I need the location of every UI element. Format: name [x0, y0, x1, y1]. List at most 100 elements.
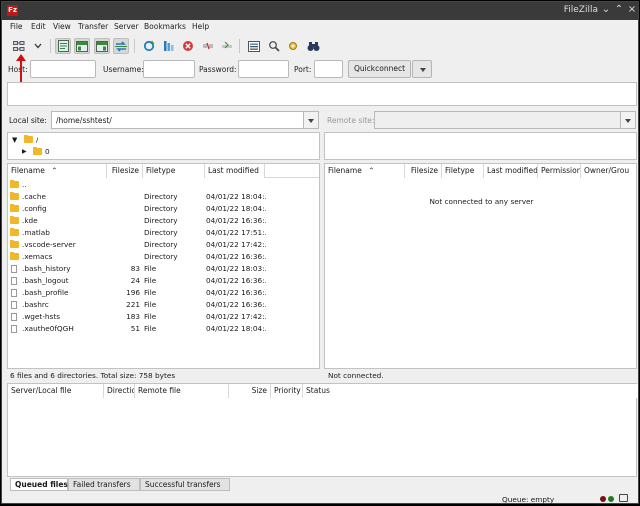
local-col-last-modified[interactable]: Last modified: [205, 164, 265, 178]
annotation-arrow-head-icon: [16, 54, 26, 61]
site-manager-dropdown-icon[interactable]: [30, 38, 46, 54]
process-queue-icon[interactable]: [161, 38, 177, 54]
filetype-cell: Directory: [144, 216, 178, 225]
table-row[interactable]: .bash_profile 196 File 04/01/22 16:36:...: [8, 287, 319, 299]
disconnect-icon[interactable]: [200, 38, 216, 54]
filetype-cell: File: [144, 300, 157, 309]
menu-view[interactable]: View: [53, 22, 71, 31]
table-row[interactable]: .bashrc 221 File 04/01/22 16:36:...: [8, 299, 319, 311]
remote-col-filetype[interactable]: Filetype: [442, 164, 484, 178]
folder-icon: [33, 147, 42, 155]
table-row[interactable]: .matlab Directory 04/01/22 17:51:...: [8, 227, 319, 239]
table-row[interactable]: ..: [8, 179, 319, 191]
directory-listing-filters-icon[interactable]: [246, 38, 262, 54]
file-icon: [11, 289, 17, 297]
menu-file[interactable]: File: [10, 22, 23, 31]
folder-icon: [10, 228, 19, 236]
local-col-filename[interactable]: Filename ⌃: [8, 164, 107, 178]
sort-ascending-icon: ⌃: [368, 166, 375, 175]
menu-help[interactable]: Help: [192, 22, 209, 31]
last-modified-cell: 04/01/22 16:36:...: [206, 252, 266, 261]
remote-col-owner-group[interactable]: Owner/Grou: [581, 164, 636, 178]
sync-browsing-icon[interactable]: [285, 38, 301, 54]
queue-col-size[interactable]: Size: [229, 384, 271, 398]
menu-edit[interactable]: Edit: [31, 22, 46, 31]
search-remote-icon[interactable]: [305, 38, 321, 54]
tree-node-label: 0: [45, 147, 50, 156]
minimize-icon[interactable]: ⌄: [600, 4, 612, 16]
remote-directory-tree: [324, 132, 637, 160]
table-row[interactable]: .xauthe0fQGH 51 File 04/01/22 18:04:...: [8, 323, 319, 335]
local-col-filesize[interactable]: Filesize: [107, 164, 143, 178]
table-row[interactable]: .bash_history 83 File 04/01/22 18:03:...: [8, 263, 319, 275]
toggle-comparison-icon[interactable]: [266, 38, 282, 54]
message-log: [7, 82, 637, 106]
site-manager-icon[interactable]: [11, 38, 27, 54]
local-site-dropdown[interactable]: [303, 111, 319, 129]
queue-col-server-local-file[interactable]: Server/Local file: [8, 384, 104, 398]
file-icon: [11, 301, 17, 309]
tab-queued-files[interactable]: Queued files: [10, 478, 68, 491]
expand-icon[interactable]: ▼: [12, 134, 17, 146]
host-input[interactable]: [30, 60, 96, 78]
toggle-transfer-queue-icon[interactable]: [113, 38, 129, 54]
table-row[interactable]: .bash_logout 24 File 04/01/22 16:36:...: [8, 275, 319, 287]
toggle-local-tree-icon[interactable]: [74, 38, 90, 54]
menu-transfer[interactable]: Transfer: [78, 22, 108, 31]
tree-node-root[interactable]: ▼ /: [8, 134, 319, 146]
quickconnect-history-dropdown[interactable]: [412, 60, 432, 78]
password-label: Password:: [199, 65, 237, 74]
queue-col-priority[interactable]: Priority: [271, 384, 303, 398]
quickconnect-button[interactable]: Quickconnect: [348, 60, 411, 78]
table-row[interactable]: .vscode-server Directory 04/01/22 17:42:..…: [8, 239, 319, 251]
username-input[interactable]: [143, 60, 195, 78]
folder-icon: [24, 135, 33, 143]
remote-col-filesize[interactable]: Filesize: [405, 164, 442, 178]
table-row[interactable]: .kde Directory 04/01/22 16:36:...: [8, 215, 319, 227]
host-label: Host:: [8, 65, 28, 74]
table-row[interactable]: .cache Directory 04/01/22 18:04:...: [8, 191, 319, 203]
toggle-remote-tree-icon[interactable]: [94, 38, 110, 54]
filesize-cell: 183: [126, 312, 140, 321]
tree-node-0[interactable]: ▶ 0: [8, 146, 319, 158]
remote-col-last-modified[interactable]: Last modified: [484, 164, 538, 178]
password-input[interactable]: [238, 60, 289, 78]
filesize-cell: 221: [126, 300, 140, 309]
remote-column-headers: Filename ⌃ Filesize Filetype Last modifi…: [325, 164, 636, 178]
port-input[interactable]: [314, 60, 343, 78]
remote-site-path-input[interactable]: [374, 111, 621, 129]
speed-limits-icon[interactable]: [619, 494, 628, 502]
queue-col-direction[interactable]: Directio: [104, 384, 135, 398]
local-site-path-input[interactable]: /home/sshtest/: [51, 111, 304, 129]
tab-successful-transfers[interactable]: Successful transfers: [140, 478, 230, 491]
filename-cell: .bashrc: [22, 300, 49, 309]
last-modified-cell: 04/01/22 17:51:...: [206, 228, 266, 237]
last-modified-cell: 04/01/22 18:04:...: [206, 324, 266, 333]
remote-col-permissions[interactable]: Permission: [538, 164, 581, 178]
local-file-list: Filename ⌃ Filesize Filetype Last modifi…: [7, 163, 320, 369]
toggle-message-log-icon[interactable]: [55, 38, 71, 54]
maximize-icon[interactable]: ⌃: [613, 4, 625, 16]
table-row[interactable]: .xemacs Directory 04/01/22 16:36:...: [8, 251, 319, 263]
remote-site-label: Remote site:: [327, 116, 375, 125]
folder-icon: [10, 252, 19, 260]
remote-col-filename[interactable]: Filename ⌃: [325, 164, 405, 178]
table-row[interactable]: .config Directory 04/01/22 18:04:...: [8, 203, 319, 215]
local-col-filetype[interactable]: Filetype: [143, 164, 205, 178]
cancel-icon[interactable]: [180, 38, 196, 54]
filename-cell: .config: [22, 204, 47, 213]
refresh-icon[interactable]: [141, 38, 157, 54]
tab-failed-transfers[interactable]: Failed transfers: [68, 478, 140, 491]
queue-col-remote-file[interactable]: Remote file: [135, 384, 229, 398]
table-row[interactable]: .wget-hsts 183 File 04/01/22 17:42:...: [8, 311, 319, 323]
file-icon: [11, 277, 17, 285]
menu-server[interactable]: Server: [114, 22, 139, 31]
remote-site-dropdown[interactable]: [620, 111, 636, 129]
close-icon[interactable]: ×: [626, 4, 638, 16]
file-icon: [11, 313, 17, 321]
reconnect-icon[interactable]: [219, 38, 235, 54]
collapse-icon[interactable]: ▶: [22, 146, 27, 158]
menu-bookmarks[interactable]: Bookmarks: [144, 22, 186, 31]
queue-col-status[interactable]: Status: [303, 384, 638, 398]
remote-empty-message: Not connected to any server: [429, 197, 534, 206]
